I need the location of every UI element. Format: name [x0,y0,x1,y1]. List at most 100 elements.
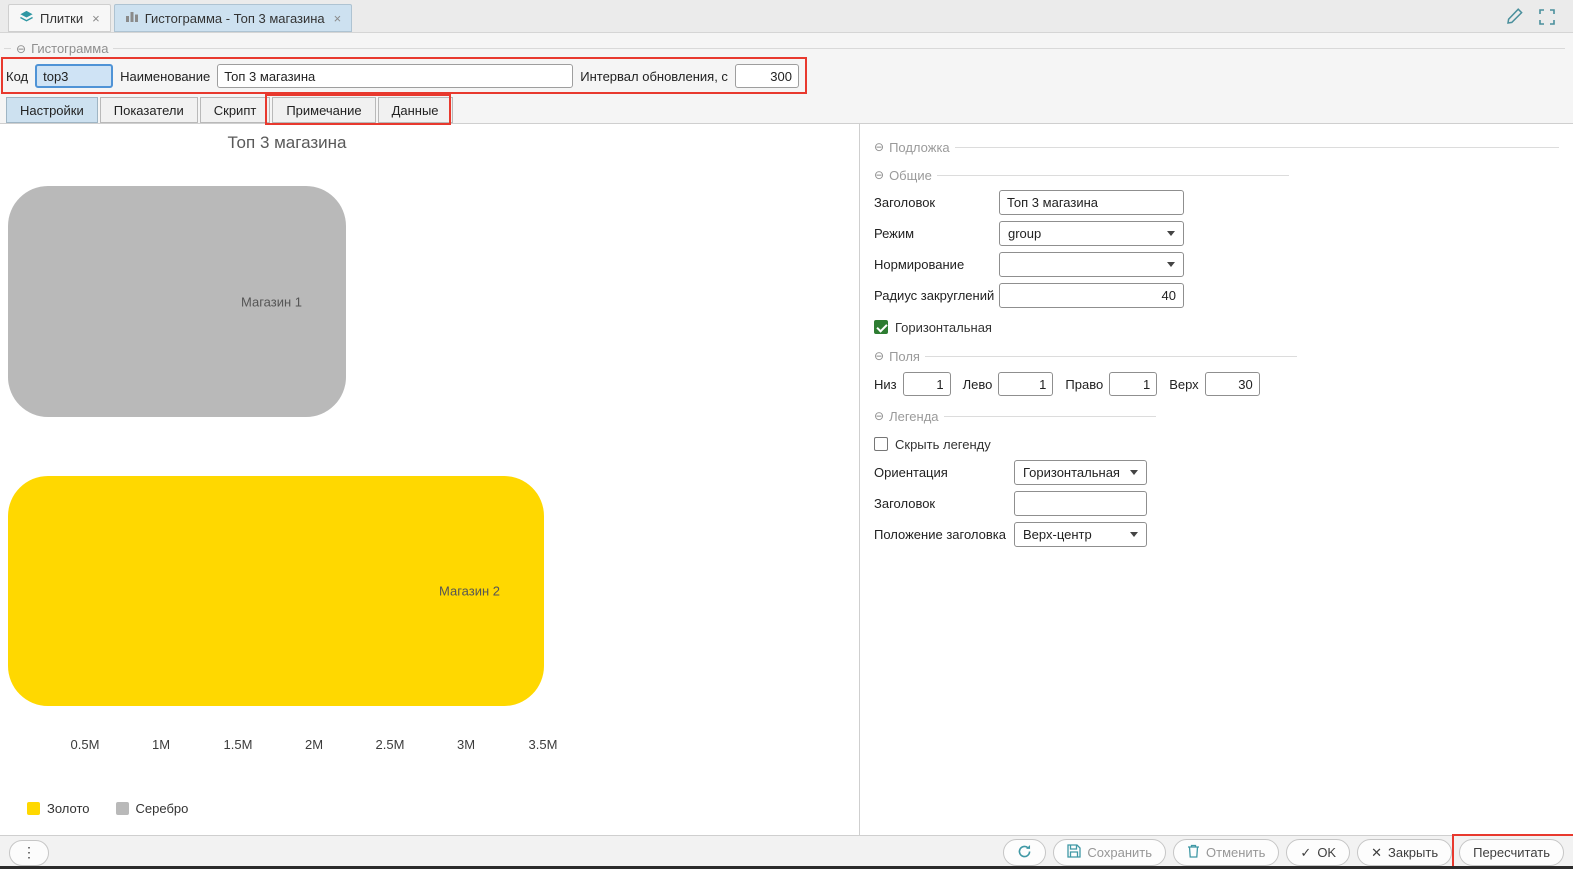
chart-title-input[interactable] [999,190,1184,215]
margin-left-label: Лево [963,377,993,392]
group-title: Легенда [889,409,938,424]
x-tick: 3M [436,737,496,752]
collapse-icon[interactable]: ⊖ [16,43,26,55]
button-label: Сохранить [1087,845,1152,860]
select-value: Верх-центр [1023,527,1092,542]
collapse-icon[interactable]: ⊖ [874,141,884,153]
group-header-histogram: ⊖ Гистограмма [4,41,1565,56]
legend-label: Серебро [136,801,189,816]
legend-title-label: Заголовок [874,496,1014,511]
tab-data[interactable]: Данные [378,97,453,123]
legend-label: Золото [47,801,90,816]
margin-top-input[interactable] [1205,372,1260,396]
group-header-margins: ⊖ Поля [874,347,1559,365]
chevron-down-icon [1167,231,1175,236]
settings-tabstrip: Настройки Показатели Скрипт Примечание Д… [0,97,1573,124]
collapse-icon[interactable]: ⊖ [874,350,884,362]
chart-title: Топ 3 магазина [0,133,574,153]
chevron-down-icon [1130,470,1138,475]
save-icon [1067,844,1081,861]
button-label: Отменить [1206,845,1265,860]
pencil-icon[interactable] [1506,8,1523,25]
mode-select[interactable]: group [999,221,1184,246]
name-label: Наименование [120,69,210,84]
collapse-icon[interactable]: ⊖ [874,410,884,422]
select-value: Горизонтальная [1023,465,1120,480]
bar-shop1: Магазин 1 [8,186,346,417]
fullscreen-icon[interactable] [1539,9,1555,25]
legend-orientation-label: Ориентация [874,465,1014,480]
group-header-general: ⊖ Общие [874,166,1559,184]
legend-title-input[interactable] [1014,491,1147,516]
legend-item-gold[interactable]: Золото [27,801,90,816]
tab-tiles[interactable]: Плитки × [8,4,111,32]
group-title: Гистограмма [31,41,108,56]
tab-label: Настройки [20,103,84,118]
trash-icon [1187,844,1200,861]
interval-input[interactable] [735,64,799,88]
chevron-down-icon [1130,532,1138,537]
close-icon[interactable]: × [92,11,100,26]
ok-button[interactable]: ✓ OK [1286,839,1350,866]
chart-preview: Топ 3 магазина Магазин 1 Магазин 2 0.5M … [0,124,860,835]
margin-right-input[interactable] [1109,372,1157,396]
chart-legend: Золото Серебро [27,801,188,816]
x-tick: 2M [284,737,344,752]
collapse-icon[interactable]: ⊖ [874,169,884,181]
button-label: OK [1317,845,1336,860]
save-button[interactable]: Сохранить [1053,839,1166,866]
tab-note[interactable]: Примечание [272,97,375,123]
close-button[interactable]: ✕ Закрыть [1357,839,1452,866]
check-icon: ✓ [1300,845,1311,861]
hide-legend-checkbox[interactable] [874,437,888,451]
more-button[interactable]: ⋮ [9,840,49,866]
margin-bottom-input[interactable] [903,372,951,396]
recalculate-button[interactable]: Пересчитать [1459,839,1564,866]
button-label: Закрыть [1388,845,1438,860]
legend-title-position-label: Положение заголовка [874,527,1014,542]
settings-panel: ⊖ Подложка ⊖ Общие Заголовок Режим group [860,124,1573,835]
more-icon: ⋮ [22,844,36,861]
x-tick: 1.5M [208,737,268,752]
refresh-button[interactable] [1003,839,1046,866]
footer-toolbar: ⋮ Сохранить [0,835,1573,869]
tab-label: Скрипт [214,103,257,118]
tab-histogram[interactable]: Гистограмма - Топ 3 магазина × [114,4,353,32]
tab-label: Плитки [40,11,83,26]
legend-title-position-select[interactable]: Верх-центр [1014,522,1147,547]
refresh-icon [1017,844,1032,862]
bar-shop2: Магазин 2 [8,476,544,706]
margin-left-input[interactable] [998,372,1053,396]
x-tick: 2.5M [360,737,420,752]
histogram-form: ⊖ Гистограмма Код Наименование Интервал … [0,33,1573,97]
name-input[interactable] [217,64,573,88]
corner-radius-input[interactable] [999,283,1184,308]
horizontal-checkbox-label: Горизонтальная [895,320,992,335]
bar-label: Магазин 2 [439,584,500,599]
interval-label: Интервал обновления, с [580,69,728,84]
margin-right-label: Право [1065,377,1103,392]
tab-label: Примечание [286,103,361,118]
tab-label: Показатели [114,103,184,118]
window-tabbar: Плитки × Гистограмма - Топ 3 магазина × [0,0,1573,33]
group-header-backdrop: ⊖ Подложка [874,138,1559,156]
tab-script[interactable]: Скрипт [200,97,271,123]
horizontal-checkbox[interactable] [874,320,888,334]
chevron-down-icon [1167,262,1175,267]
close-icon[interactable]: × [334,11,342,26]
corner-radius-label: Радиус закруглений [874,288,999,303]
code-label: Код [6,69,28,84]
mode-label: Режим [874,226,999,241]
code-input[interactable] [35,64,113,88]
normalization-select[interactable] [999,252,1184,277]
legend-item-silver[interactable]: Серебро [116,801,189,816]
chart-title-label: Заголовок [874,195,999,210]
select-value: group [1008,226,1041,241]
tab-settings[interactable]: Настройки [6,97,98,123]
tab-indicators[interactable]: Показатели [100,97,198,123]
group-header-legend: ⊖ Легенда [874,407,1559,425]
group-title: Подложка [889,140,950,155]
legend-orientation-select[interactable]: Горизонтальная [1014,460,1147,485]
normalization-label: Нормирование [874,257,999,272]
cancel-button[interactable]: Отменить [1173,839,1279,866]
